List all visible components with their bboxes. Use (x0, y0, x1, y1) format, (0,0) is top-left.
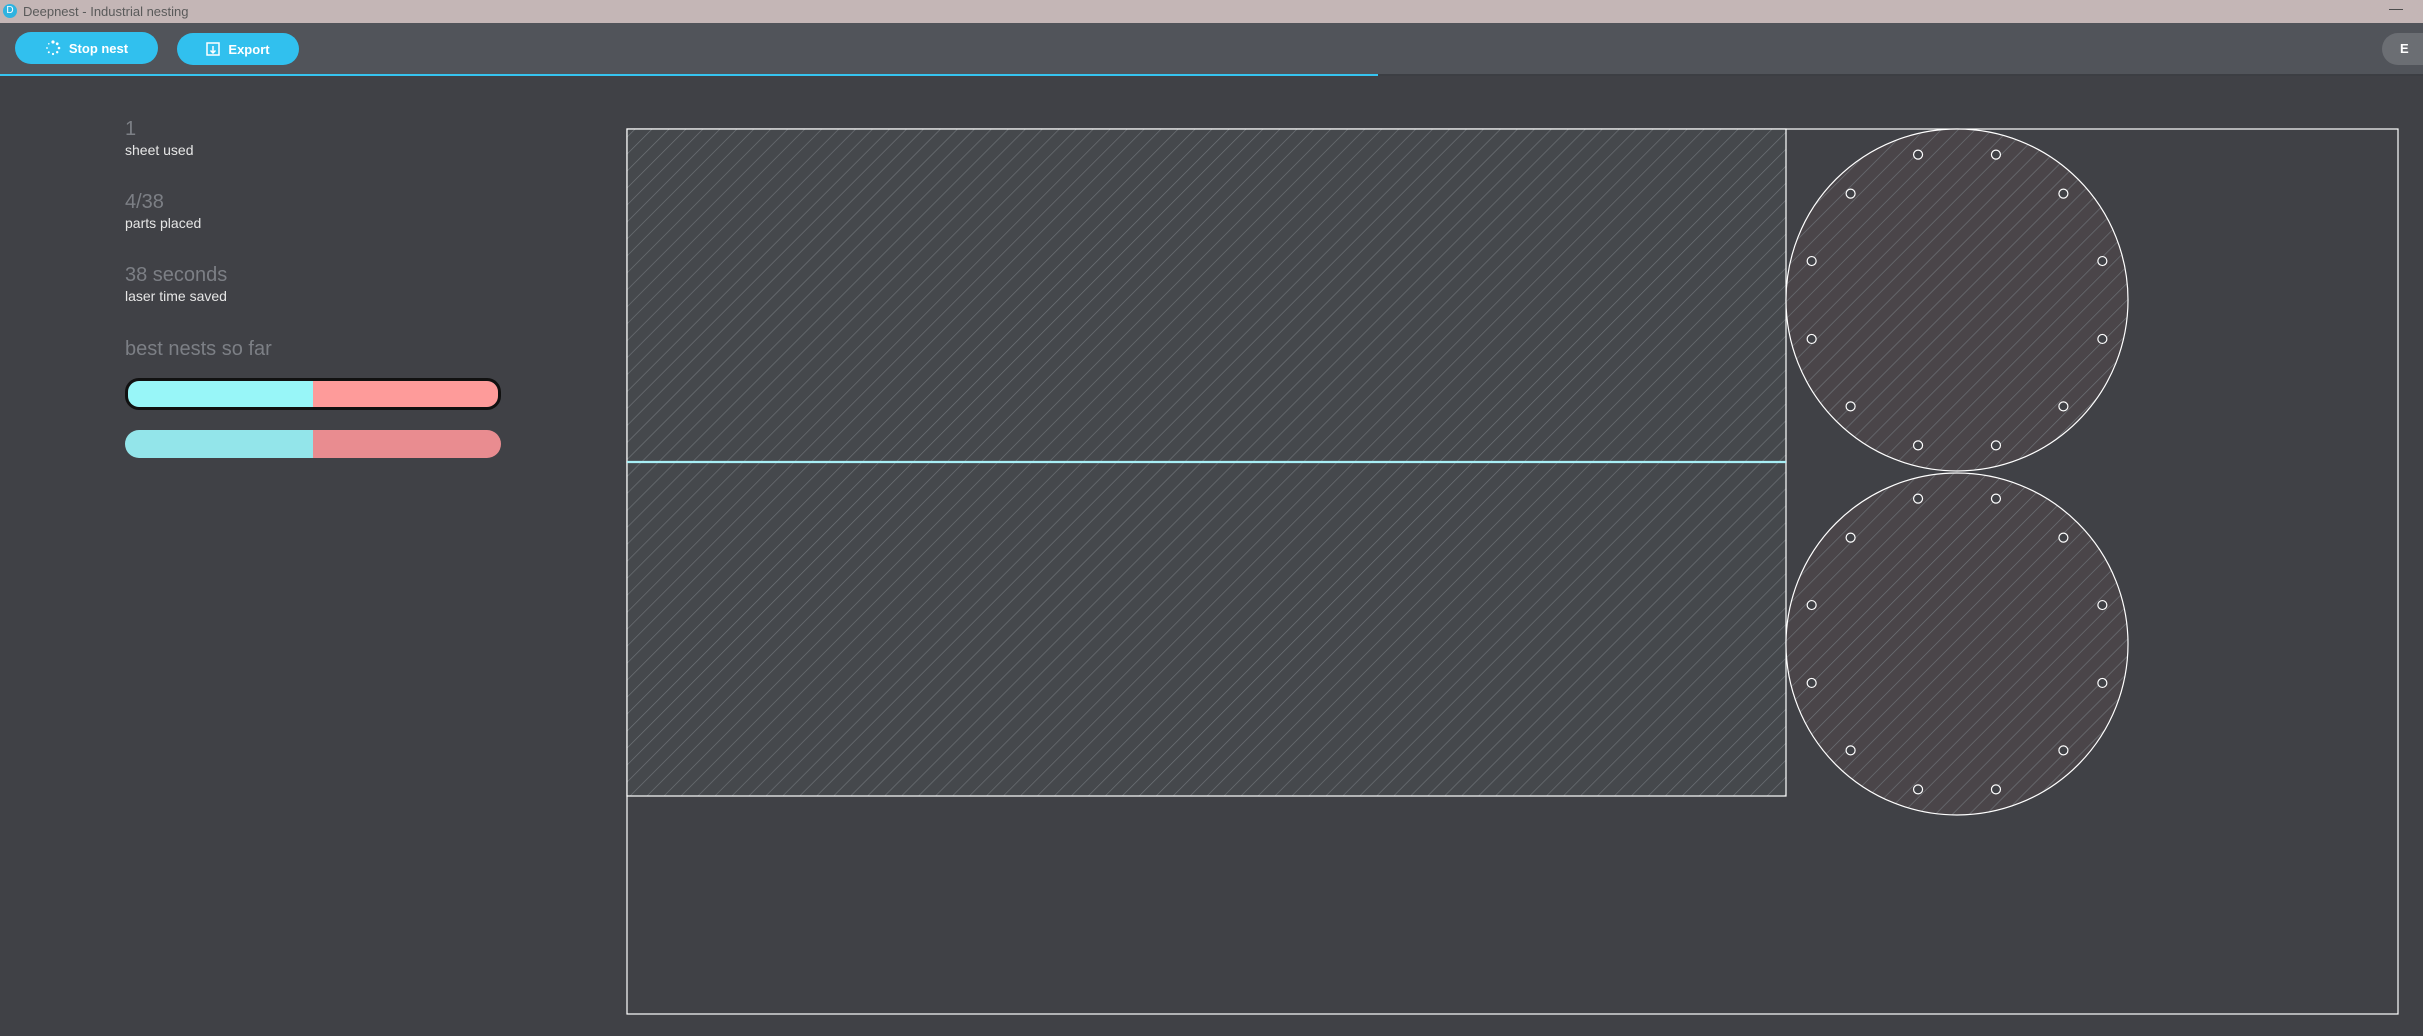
bolt-hole (2097, 599, 2108, 611)
nest-preview-canvas (626, 128, 2399, 1015)
bolt-hole (1990, 149, 2002, 160)
bolt-hole (1845, 745, 1856, 756)
bolt-hole (1845, 532, 1856, 543)
bolt-hole (2097, 677, 2108, 689)
part-rectangle (626, 461, 1787, 797)
bolt-hole (1990, 784, 2002, 795)
bolt-hole (1912, 440, 1924, 451)
bolt-hole (1990, 493, 2002, 504)
part-flange-disc (1785, 128, 2129, 472)
bolt-hole (2058, 745, 2069, 756)
bolt-hole (1806, 677, 1817, 689)
part-flange-disc (1785, 472, 2129, 816)
bolt-hole (1806, 255, 1817, 267)
bolt-hole (2097, 333, 2108, 345)
bolt-hole (2058, 188, 2069, 199)
bolt-hole (2058, 401, 2069, 412)
bolt-hole (1845, 188, 1856, 199)
bolt-hole (2058, 532, 2069, 543)
bolt-hole (1845, 401, 1856, 412)
bolt-hole (2097, 255, 2108, 267)
part-rectangle (626, 128, 1787, 463)
bolt-hole (1912, 493, 1924, 504)
bolt-hole (1990, 440, 2002, 451)
bolt-hole (1912, 149, 1924, 160)
bolt-hole (1806, 599, 1817, 611)
bolt-hole (1806, 333, 1817, 345)
bolt-hole (1912, 784, 1924, 795)
